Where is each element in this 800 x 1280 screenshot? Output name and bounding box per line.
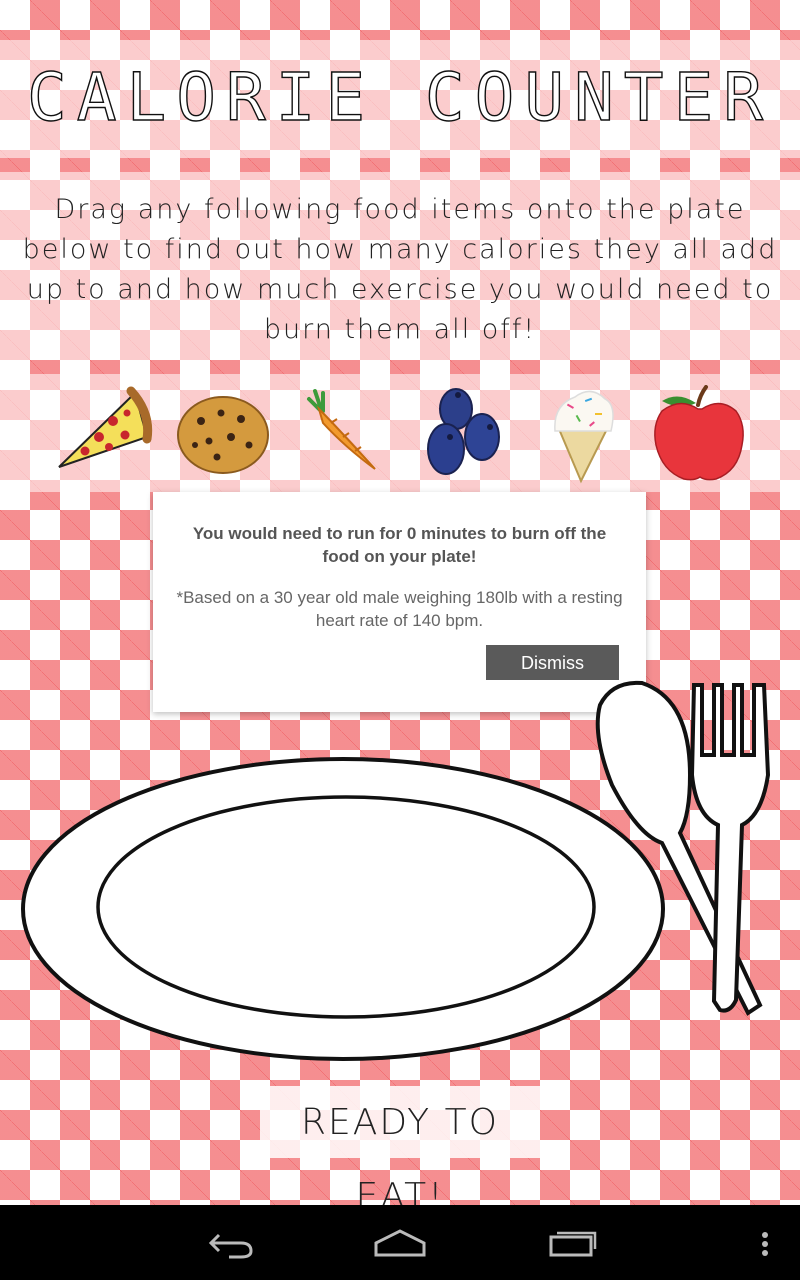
- overflow-menu-button[interactable]: [755, 1223, 775, 1263]
- app-title: CALORIE COUNTER: [26, 58, 774, 136]
- cutlery: [595, 680, 771, 1016]
- cookie-icon: [177, 396, 269, 474]
- back-icon: [208, 1233, 253, 1259]
- results-dialog: You would need to run for 0 minutes to b…: [153, 492, 646, 712]
- food-ice-cream[interactable]: [545, 385, 645, 485]
- plate-icon[interactable]: [20, 755, 670, 1065]
- back-button[interactable]: [205, 1223, 255, 1263]
- food-apple[interactable]: [650, 385, 750, 485]
- apple-icon: [654, 385, 744, 481]
- dialog-message: You would need to run for 0 minutes to b…: [192, 524, 607, 566]
- blueberries-icon: [427, 388, 500, 475]
- recent-apps-icon: [549, 1231, 597, 1257]
- home-icon: [374, 1229, 426, 1257]
- food-cookie[interactable]: [173, 385, 273, 485]
- food-blueberries[interactable]: [420, 385, 520, 485]
- food-carrot[interactable]: [295, 385, 395, 485]
- pizza-slice-icon: [58, 386, 153, 468]
- food-tray: [0, 385, 800, 485]
- fork-icon: [689, 683, 771, 1013]
- overflow-menu-icon: [762, 1232, 768, 1256]
- instructions-text: Drag any following food items onto the p…: [22, 194, 778, 345]
- ready-to-eat-button[interactable]: READY TO EAT!: [260, 1086, 540, 1217]
- home-button[interactable]: [372, 1223, 428, 1263]
- food-pizza-slice[interactable]: [55, 385, 155, 485]
- ice-cream-cone-icon: [554, 390, 614, 484]
- recent-apps-button[interactable]: [545, 1223, 601, 1263]
- dialog-footnote: *Based on a 30 year old male weighing 18…: [176, 588, 623, 630]
- carrot-icon: [307, 389, 376, 470]
- system-navigation-bar: [0, 1205, 800, 1280]
